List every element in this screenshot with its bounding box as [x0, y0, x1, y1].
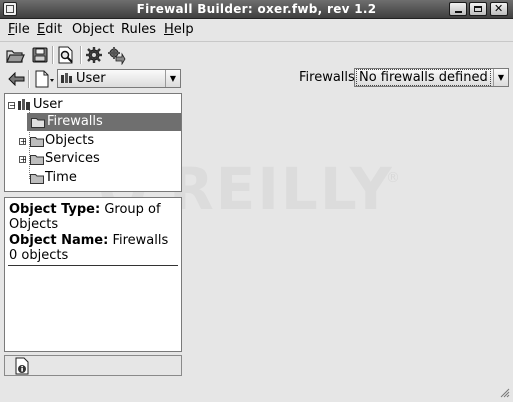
- menu-object-label: Object: [72, 22, 115, 37]
- find-icon: [58, 46, 73, 64]
- folder-icon: [31, 118, 45, 128]
- menu-file-label: ile: [14, 22, 30, 37]
- tree-item-services[interactable]: + Services: [5, 150, 181, 168]
- firewalls-select[interactable]: No firewalls defined ▼: [354, 68, 509, 87]
- expand-icon[interactable]: +: [19, 156, 27, 164]
- library-select[interactable]: User ▼: [57, 69, 181, 88]
- save-button[interactable]: [30, 45, 50, 65]
- menu-rules-label: Rules: [121, 22, 157, 37]
- chevron-down-icon: ▼: [493, 69, 508, 86]
- menu-help[interactable]: Help: [164, 21, 194, 39]
- maximize-button[interactable]: [469, 2, 487, 16]
- menu-bar: File Edit Object Rules Help: [0, 19, 513, 41]
- chevron-down-icon: ▼: [165, 70, 180, 87]
- menu-help-label: elp: [173, 22, 194, 37]
- open-icon: [6, 50, 25, 63]
- watermark-registered-mark: ®: [386, 170, 400, 186]
- window-title: Firewall Builder: oxer.fwb, rev 1.2: [136, 2, 377, 16]
- new-document-icon: [35, 70, 54, 88]
- object-type-label: Object Type:: [9, 202, 101, 217]
- collapse-icon[interactable]: −: [8, 102, 16, 110]
- folder-icon: [30, 174, 44, 184]
- firewalls-select-value: No firewalls defined: [356, 69, 491, 86]
- library-icon: [18, 99, 30, 110]
- tree-item-label: Firewalls: [47, 114, 103, 129]
- toolbar-separator: [28, 70, 30, 88]
- tree-item-label: Services: [45, 151, 100, 166]
- back-arrow-icon: [8, 71, 25, 87]
- menu-edit-label: dit: [45, 22, 63, 37]
- library-toolbar: User ▼ Firewalls: No firewalls defined ▼: [0, 67, 513, 91]
- minimize-button[interactable]: [449, 2, 467, 16]
- menu-rules[interactable]: Rules: [121, 21, 156, 39]
- toolbar: [0, 41, 513, 68]
- expand-icon[interactable]: +: [19, 138, 27, 146]
- info-button-bar: [4, 355, 182, 376]
- tree-item-label: Objects: [45, 133, 95, 148]
- menu-edit[interactable]: Edit: [37, 21, 62, 39]
- info-document-icon: [15, 357, 29, 375]
- save-icon: [32, 47, 48, 63]
- tree-item-user[interactable]: − User: [5, 96, 181, 114]
- firewalls-label: Firewalls:: [299, 70, 360, 85]
- divider: [8, 265, 178, 266]
- compile-button[interactable]: [84, 45, 104, 65]
- object-name-label: Object Name:: [9, 233, 109, 248]
- object-info-panel: Object Type: Group of Objects Object Nam…: [4, 197, 182, 352]
- title-bar[interactable]: Firewall Builder: oxer.fwb, rev 1.2 ✕: [0, 0, 513, 19]
- menu-file[interactable]: File: [8, 21, 30, 39]
- close-icon: ✕: [494, 2, 504, 15]
- menu-edit-mnemonic: E: [37, 22, 46, 37]
- object-tree[interactable]: − User Firewalls + Objects + Services Ti…: [4, 93, 182, 192]
- object-type-line: Object Type: Group of Objects: [9, 202, 179, 232]
- app-menu-icon[interactable]: [3, 2, 17, 16]
- object-name-line: Object Name: Firewalls: [9, 233, 168, 248]
- install-button[interactable]: [106, 45, 126, 66]
- install-icon: [108, 47, 126, 66]
- toolbar-separator: [52, 46, 54, 64]
- menu-help-mnemonic: H: [164, 22, 174, 37]
- tree-item-label: User: [33, 97, 63, 112]
- tree-item-time[interactable]: Time: [5, 169, 181, 187]
- resize-grip[interactable]: [498, 386, 510, 398]
- folder-icon: [30, 155, 44, 165]
- library-select-value: User: [76, 71, 106, 86]
- tree-item-label: Time: [45, 170, 77, 185]
- library-icon: [61, 73, 72, 83]
- maximize-icon: [474, 6, 482, 12]
- object-info-button[interactable]: [13, 357, 31, 375]
- compile-icon: [86, 47, 102, 63]
- back-button[interactable]: [8, 71, 26, 87]
- close-button[interactable]: ✕: [490, 2, 508, 16]
- object-count: 0 objects: [9, 248, 69, 263]
- tree-item-objects[interactable]: + Objects: [5, 132, 181, 150]
- minimize-icon: [455, 11, 462, 13]
- object-name-value: Firewalls: [112, 233, 169, 248]
- tree-item-firewalls[interactable]: Firewalls: [27, 113, 181, 131]
- find-button[interactable]: [56, 45, 76, 65]
- folder-icon: [30, 137, 44, 147]
- toolbar-separator: [80, 46, 82, 64]
- resize-grip-icon: [500, 388, 510, 398]
- new-object-button[interactable]: [33, 69, 55, 89]
- menu-object[interactable]: Object: [72, 21, 114, 39]
- open-button[interactable]: [5, 45, 25, 65]
